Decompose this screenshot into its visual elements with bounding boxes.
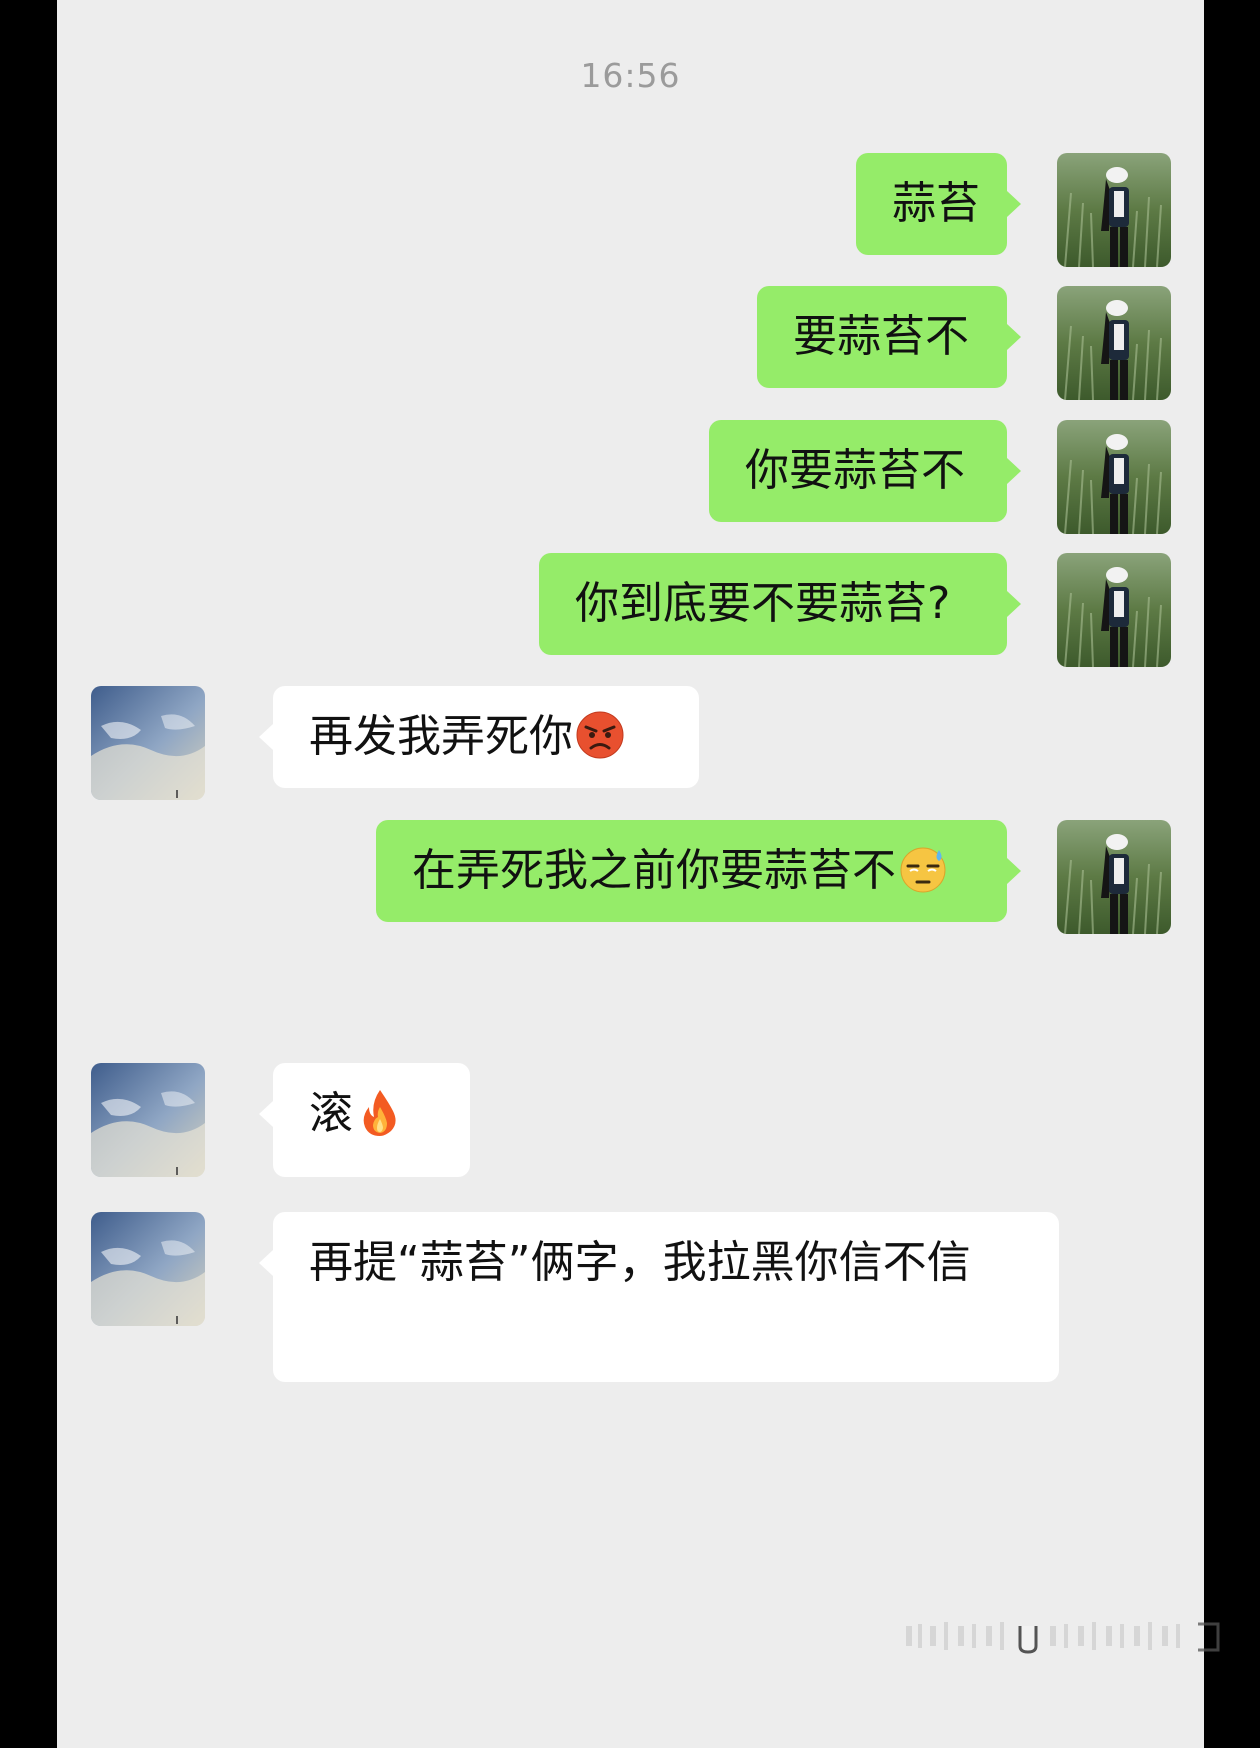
bubble-tail [259,1250,273,1276]
bubble-tail [1007,191,1021,217]
bubble-tail [1007,591,1021,617]
incoming-message-bubble[interactable]: 再提“蒜苔”俩字，我拉黑你信不信 [273,1212,1059,1382]
chat-panel: 16:56 蒜苔 要蒜苔不 你要蒜苔不 你到底要不要蒜苔? 再发我弄死你 在弄死… [57,0,1204,1748]
sky-clouds-icon [91,1063,205,1177]
contact-avatar[interactable] [91,1063,205,1177]
message-text: 滚 [309,1088,353,1139]
contact-avatar[interactable] [91,1212,205,1326]
self-avatar[interactable] [1057,420,1171,534]
outgoing-message-bubble[interactable]: 要蒜苔不 [757,286,1007,388]
girl-in-field-icon [1057,820,1171,934]
self-avatar[interactable] [1057,286,1171,400]
contact-avatar[interactable] [91,686,205,800]
message-text: 蒜苔 [892,178,980,229]
sky-clouds-icon [91,686,205,800]
outgoing-message-bubble[interactable]: 蒜苔 [856,153,1007,255]
message-text: 再提“蒜苔”俩字，我拉黑你信不信 [309,1237,971,1288]
sweat-face-emoji-icon [900,847,946,893]
message-text: 你到底要不要蒜苔? [575,578,951,629]
girl-in-field-icon [1057,286,1171,400]
girl-in-field-icon [1057,420,1171,534]
message-text: 你要蒜苔不 [745,445,965,496]
self-avatar[interactable] [1057,153,1171,267]
watermark-icon [906,1622,1220,1654]
bubble-tail [1007,324,1021,350]
angry-face-emoji-icon [576,711,624,759]
incoming-message-bubble[interactable]: 再发我弄死你 [273,686,699,788]
message-text: 再发我弄死你 [309,711,573,762]
bubble-tail [1007,458,1021,484]
message-text: 在弄死我之前你要蒜苔不 [412,845,896,896]
girl-in-field-icon [1057,553,1171,667]
bubble-tail [259,1101,273,1127]
message-timestamp: 16:56 [580,56,681,95]
outgoing-message-bubble[interactable]: 你要蒜苔不 [709,420,1007,522]
fire-emoji-icon [363,1090,396,1136]
bubble-tail [259,724,273,750]
incoming-message-bubble[interactable]: 滚 [273,1063,470,1177]
message-text: 要蒜苔不 [793,311,969,362]
outgoing-message-bubble[interactable]: 你到底要不要蒜苔? [539,553,1007,655]
girl-in-field-icon [1057,153,1171,267]
sky-clouds-icon [91,1212,205,1326]
self-avatar[interactable] [1057,820,1171,934]
self-avatar[interactable] [1057,553,1171,667]
outgoing-message-bubble[interactable]: 在弄死我之前你要蒜苔不 [376,820,1007,922]
bubble-tail [1007,858,1021,884]
